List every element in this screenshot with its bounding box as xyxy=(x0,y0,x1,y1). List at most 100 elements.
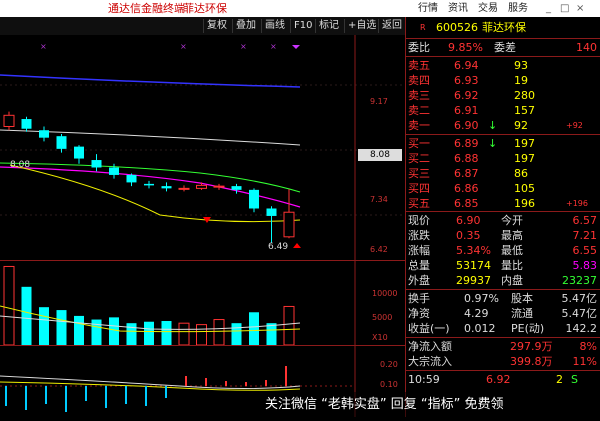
fundamental-label: 换手 xyxy=(408,292,430,305)
overlay-button[interactable]: 叠加 xyxy=(232,19,259,33)
stat-value: 5.34% xyxy=(456,244,491,257)
buy-price: 6.85 xyxy=(454,197,479,210)
flow-value: 399.8万 xyxy=(510,355,553,368)
sell-change: +92 xyxy=(566,121,583,130)
volume-bar xyxy=(249,312,259,345)
volume-bar xyxy=(126,323,137,345)
candle-body xyxy=(126,174,137,183)
restore-rights-button[interactable]: 复权 xyxy=(203,19,230,33)
fundamental-label-2: PE(动) xyxy=(511,322,545,335)
capital-flow-row[interactable]: 净流入额 297.9万 8% xyxy=(406,339,600,354)
tick-flag: S xyxy=(571,373,578,386)
down-arrow-icon: ↓ xyxy=(488,119,498,132)
maximize-icon[interactable]: □ xyxy=(560,0,569,17)
stat-value: 6.90 xyxy=(456,214,481,227)
fundamental-value: 0.97% xyxy=(464,292,499,305)
fundamental-value-2: 5.47亿 xyxy=(561,292,598,305)
order-book-buy-row[interactable]: 买一 6.89 ↓ 197 xyxy=(406,136,600,151)
order-book-sell-row[interactable]: 卖五 6.94 93 xyxy=(406,58,600,73)
sell-volume: 280 xyxy=(514,89,535,102)
stat-row[interactable]: 总量 53174 量比 5.83 xyxy=(406,258,600,273)
order-book-buy-row[interactable]: 买二 6.88 197 xyxy=(406,151,600,166)
fundamental-value: 4.29 xyxy=(464,307,489,320)
stat-row[interactable]: 涨跌 0.35 最高 7.21 xyxy=(406,228,600,243)
flow-percent: 11% xyxy=(572,355,597,368)
stat-row[interactable]: 外盘 29937 内盘 23237 xyxy=(406,273,600,288)
buy-level-label: 买三 xyxy=(408,167,430,180)
volume-bar xyxy=(161,321,172,345)
buy-level-label: 买四 xyxy=(408,182,430,195)
sell-price: 6.93 xyxy=(454,74,479,87)
order-book-sell-row[interactable]: 卖三 6.92 280 xyxy=(406,88,600,103)
menu-quotes[interactable]: 行情 xyxy=(418,0,438,17)
fundamental-row[interactable]: 收益(一) 0.012 PE(动) 142.2 xyxy=(406,321,600,336)
candle-body xyxy=(109,167,119,175)
capital-flow-row[interactable]: 大宗流入 399.8万 11% xyxy=(406,354,600,369)
svg-text:×: × xyxy=(180,42,187,51)
candle-body xyxy=(3,114,15,127)
volume-bar xyxy=(21,286,32,345)
fundamental-label-2: 流通 xyxy=(511,307,533,320)
sell-level-label: 卖三 xyxy=(408,89,430,102)
tick-volume: 2 xyxy=(556,373,563,386)
add-watchlist-button[interactable]: +自选 xyxy=(344,19,379,33)
minimize-icon[interactable]: _ xyxy=(546,0,551,17)
draw-line-button[interactable]: 画线 xyxy=(261,19,288,33)
fundamental-label: 收益(一) xyxy=(408,322,450,335)
fundamental-row[interactable]: 换手 0.97% 股本 5.47亿 xyxy=(406,291,600,306)
window-stock-name: 菲达环保 xyxy=(183,2,227,15)
back-button[interactable]: 返回 xyxy=(378,19,405,33)
order-book-sell-row[interactable]: 卖四 6.93 19 xyxy=(406,73,600,88)
app-title: 通达信金融终端 xyxy=(108,2,185,15)
stat-row[interactable]: 现价 6.90 今开 6.57 xyxy=(406,213,600,228)
fundamental-label-2: 股本 xyxy=(511,292,533,305)
sell-level-label: 卖四 xyxy=(408,74,430,87)
price-chart[interactable]: 8.08 6.49 × × × × 9.17 8.08 7.34 6.42 xyxy=(0,35,405,261)
volume-bar xyxy=(39,307,49,345)
menu-service[interactable]: 服务 xyxy=(508,0,528,17)
volume-chart[interactable]: 10000 5000 X10 xyxy=(0,261,405,346)
mark-button[interactable]: 标记 xyxy=(315,19,342,33)
stat-label-2: 最高 xyxy=(501,229,523,242)
close-icon[interactable]: × xyxy=(576,0,584,17)
vol-axis-c: X10 xyxy=(372,333,388,342)
sell-volume: 157 xyxy=(514,104,535,117)
vol-axis-b: 5000 xyxy=(372,313,393,322)
marker-x-icon: × xyxy=(40,42,47,51)
candle-body xyxy=(74,146,84,159)
stat-label-2: 最低 xyxy=(501,244,523,257)
ma-green-line xyxy=(0,162,301,193)
sell-volume: 92 xyxy=(514,119,528,132)
order-book-buy-row[interactable]: 买四 6.86 105 xyxy=(406,181,600,196)
buy-price: 6.88 xyxy=(454,152,479,165)
stat-value-2: 23237 xyxy=(562,274,597,287)
menu-news[interactable]: 资讯 xyxy=(448,0,468,17)
sell-volume: 19 xyxy=(514,74,528,87)
candle-body xyxy=(144,183,154,186)
menu-trade[interactable]: 交易 xyxy=(478,0,498,17)
order-book-buy-row[interactable]: 买五 6.85 196 +196 xyxy=(406,196,600,211)
order-book-sell-row[interactable]: 卖二 6.91 157 xyxy=(406,103,600,118)
candle-body xyxy=(178,187,190,190)
stat-label: 外盘 xyxy=(408,274,430,287)
candle-body xyxy=(21,119,32,129)
f10-button[interactable]: F10 xyxy=(290,19,315,33)
order-book-sell-row[interactable]: 卖一 6.90 ↓ 92 +92 xyxy=(406,118,600,133)
candle-body xyxy=(56,136,67,149)
buy-volume: 197 xyxy=(514,152,535,165)
fundamental-value: 0.012 xyxy=(464,322,496,335)
weicha-label: 委差 xyxy=(494,41,516,54)
candle-body xyxy=(39,130,49,138)
buy-level-label: 买一 xyxy=(408,137,430,150)
price-axis-low: 7.34 xyxy=(370,195,388,204)
volume-bar xyxy=(3,265,15,346)
order-book-buy-row[interactable]: 买三 6.87 86 xyxy=(406,166,600,181)
stat-value-2: 7.21 xyxy=(572,229,598,242)
volume-bar xyxy=(231,323,242,345)
fundamental-row[interactable]: 净资 4.29 流通 5.47亿 xyxy=(406,306,600,321)
signal-up-icon xyxy=(293,243,301,248)
volume-bar xyxy=(109,317,119,345)
stat-value-2: 6.55 xyxy=(572,244,598,257)
stat-row[interactable]: 涨幅 5.34% 最低 6.55 xyxy=(406,243,600,258)
sell-volume: 93 xyxy=(514,59,528,72)
